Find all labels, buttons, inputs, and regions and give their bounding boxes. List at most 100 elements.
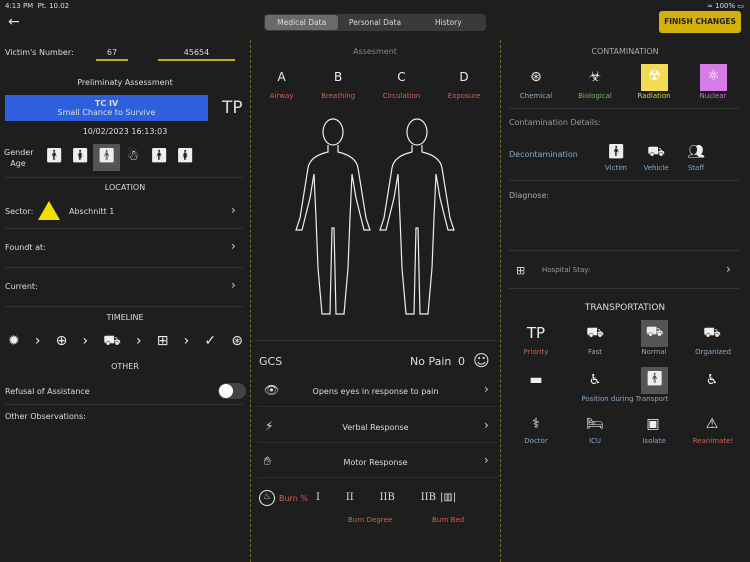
tab-history[interactable]: History: [412, 15, 485, 30]
age-label: Age: [10, 159, 26, 168]
tab-medical-data[interactable]: Medical Data: [265, 15, 339, 30]
refusal-toggle[interactable]: [218, 383, 246, 399]
isolate-icon[interactable]: ▣: [641, 412, 665, 436]
verbal-icon: ⚡: [265, 419, 274, 433]
hospital-icon: ⊞: [516, 264, 526, 277]
ambulance-icon[interactable]: ⛟: [103, 333, 121, 351]
child-female-icon[interactable]: 🚺︎: [173, 144, 197, 168]
triage-category: TC IV: [94, 99, 119, 108]
motor-response-row[interactable]: ✋︎ Motor Response ›: [258, 448, 498, 478]
victim-number-field-1[interactable]: 67: [96, 48, 128, 61]
transport-priority-label[interactable]: TP: [222, 98, 243, 118]
chemical-icon[interactable]: ⊛: [524, 65, 548, 89]
found-at-chevron-icon[interactable]: ›: [231, 239, 236, 253]
wheelchair-icon[interactable]: ♿: [700, 368, 724, 392]
contamination-title: CONTAMINATION: [591, 47, 659, 56]
adult-female-icon[interactable]: 🚺︎: [68, 144, 92, 168]
eyes-response-row[interactable]: 👁︎ Opens eyes in response to pain ›: [258, 377, 498, 407]
finish-changes-button[interactable]: FINISH CHANGES: [659, 11, 741, 33]
check-icon[interactable]: ✓: [204, 333, 216, 351]
explosion-icon[interactable]: ✹: [8, 333, 20, 351]
hand-icon: ✋︎: [264, 454, 271, 468]
sitting-position-icon[interactable]: ♿︎: [583, 368, 607, 392]
standing-position-icon[interactable]: 🚹︎: [641, 367, 668, 394]
staff-icon[interactable]: 👥︎: [684, 140, 708, 164]
transportation-title: TRANSPORTATION: [584, 303, 666, 313]
icu-label: ICU: [588, 437, 602, 445]
burn-icon[interactable]: ♨: [259, 490, 275, 506]
sector-chevron-icon[interactable]: ›: [231, 203, 236, 217]
biohazard-icon[interactable]: ☣: [583, 65, 607, 89]
current-chevron-icon[interactable]: ›: [231, 278, 236, 292]
fast-label: Fast: [587, 348, 603, 356]
radiation-icon[interactable]: ☢: [641, 64, 668, 91]
circulation-button[interactable]: C Circulation: [383, 70, 421, 100]
priority-icon[interactable]: TP: [524, 321, 548, 345]
burn-degree-1[interactable]: I: [316, 492, 320, 503]
burn-bed-icon[interactable]: |▥|: [440, 492, 456, 503]
biological-label: Biological: [578, 92, 612, 100]
burn-bed-label: Burn Bed: [432, 516, 465, 524]
back-icon[interactable]: ←: [8, 14, 20, 30]
elderly-icon[interactable]: 🚹︎: [93, 144, 120, 171]
gcs-label: GCS: [259, 355, 283, 368]
hospital-chevron-icon[interactable]: ›: [726, 262, 731, 276]
location-title: LOCATION: [104, 183, 146, 192]
chevron-right-icon: ›: [484, 382, 489, 396]
hospital-icon[interactable]: ⊞: [157, 333, 169, 351]
burn-degree-2b[interactable]: IIB: [380, 492, 395, 503]
triage-category-button[interactable]: TC IV Small Chance to Survive: [5, 95, 208, 121]
other-observations-label[interactable]: Other Observations:: [5, 412, 86, 421]
warning-triangle-icon: [38, 201, 60, 220]
arrow-icon: ›: [136, 333, 142, 349]
verbal-response-row[interactable]: ⚡ Verbal Response ›: [258, 413, 498, 443]
tab-personal-data[interactable]: Personal Data: [338, 15, 411, 30]
vehicle-icon[interactable]: ⛟: [644, 140, 668, 164]
found-at-label[interactable]: Foundt at:: [5, 243, 46, 252]
victim-icon[interactable]: 🚹︎: [604, 140, 628, 164]
arrow-icon: ›: [183, 333, 190, 349]
adult-male-icon[interactable]: 🚹︎: [42, 144, 66, 168]
hospital-stay-label[interactable]: Hospital Stay:: [542, 266, 590, 274]
asterisk-icon[interactable]: ⊛: [231, 333, 243, 351]
reanimate-icon[interactable]: ⚠: [700, 412, 724, 436]
refusal-label: Refusal of Assistance: [5, 387, 90, 396]
contamination-details-label: Contamination Details:: [509, 118, 601, 127]
chevron-right-icon: ›: [484, 418, 489, 432]
doctor-label: Doctor: [524, 437, 548, 445]
infant-icon[interactable]: ☃: [121, 144, 145, 168]
sector-label: Sector:: [5, 207, 34, 216]
burn-percent-label[interactable]: Burn %: [279, 494, 308, 503]
priority-label: Priority: [523, 348, 549, 356]
doctor-icon[interactable]: ⚕: [524, 412, 548, 436]
burn-degree-2b-alt[interactable]: IIB: [421, 492, 436, 503]
organized-transport-icon[interactable]: ⛟: [700, 321, 724, 345]
other-title: OTHER: [111, 362, 139, 371]
icu-icon[interactable]: 🛏︎: [583, 412, 607, 436]
radiation-label: Radiation: [637, 92, 671, 100]
breathing-button[interactable]: B Breathing: [321, 70, 355, 100]
child-male-icon[interactable]: 🚹︎: [147, 144, 171, 168]
normal-label: Normal: [641, 348, 667, 356]
airway-button[interactable]: A Airway: [270, 70, 294, 100]
victim-number-field-2[interactable]: 45654: [158, 48, 235, 61]
exposure-button[interactable]: D Exposure: [448, 70, 480, 100]
status-battery: ≈ 100% ▭: [707, 2, 744, 10]
diagnose-label[interactable]: Diagnose:: [509, 191, 549, 200]
chemical-label: Chemical: [519, 92, 553, 100]
sector-value[interactable]: Abschnitt 1: [69, 207, 114, 216]
verbal-response-label: Verbal Response: [342, 423, 409, 432]
chevron-right-icon: ›: [484, 453, 489, 467]
normal-ambulance-icon[interactable]: ⛟: [641, 320, 668, 347]
gender-label: Gender: [4, 148, 34, 157]
fast-ambulance-icon[interactable]: ⛟: [583, 321, 607, 345]
smiley-face-icon[interactable]: ☺: [473, 351, 490, 370]
burn-degree-2[interactable]: II: [346, 492, 354, 503]
lying-position-icon[interactable]: ▬: [524, 368, 548, 392]
body-diagram[interactable]: [290, 118, 460, 318]
isolate-label: Isolate: [642, 437, 666, 445]
nuclear-icon[interactable]: ⚛: [700, 64, 727, 91]
current-location-label[interactable]: Current:: [5, 282, 38, 291]
assessment-title: Assesment: [353, 47, 397, 56]
crosshair-icon[interactable]: ⊕: [56, 333, 68, 351]
